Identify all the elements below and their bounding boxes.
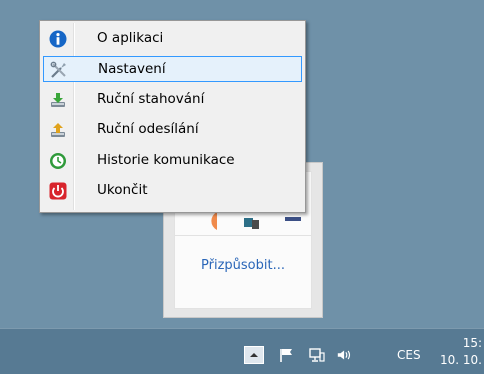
- language-indicator[interactable]: CES: [397, 348, 421, 362]
- menu-item-manual-upload[interactable]: Ruční odesílání: [43, 117, 302, 143]
- menu-item-label: Ukončit: [97, 182, 148, 198]
- network-app-icon[interactable]: [243, 216, 261, 230]
- menu-item-exit[interactable]: Ukončit: [43, 178, 302, 204]
- upload-icon: [51, 123, 65, 137]
- history-icon: [50, 153, 66, 169]
- clock-time: 15:: [462, 336, 482, 350]
- flag-icon[interactable]: [278, 347, 296, 363]
- show-hidden-icons-button[interactable]: [244, 346, 264, 364]
- orange-app-icon[interactable]: [201, 210, 217, 230]
- menu-item-settings[interactable]: Nastavení: [43, 56, 302, 82]
- chevron-up-icon: [250, 353, 258, 357]
- power-icon: [49, 182, 67, 200]
- network-icon[interactable]: [308, 347, 326, 363]
- taskbar: CES 15: 10. 10.: [0, 328, 484, 374]
- menu-item-communication-history[interactable]: Historie komunikace: [43, 148, 302, 174]
- menu-item-label: O aplikaci: [97, 30, 164, 46]
- clock[interactable]: 15: 10. 10.: [440, 335, 482, 369]
- menu-item-label: Ruční stahování: [97, 91, 205, 107]
- flyout-divider: [175, 235, 311, 236]
- menu-item-label: Historie komunikace: [97, 152, 235, 168]
- menu-item-label: Nastavení: [98, 61, 166, 77]
- small-text-app-icon[interactable]: [283, 214, 303, 224]
- download-icon: [51, 93, 65, 107]
- menu-item-manual-download[interactable]: Ruční stahování: [43, 87, 302, 113]
- info-icon: [49, 30, 67, 48]
- menu-item-label: Ruční odesílání: [97, 121, 199, 137]
- clock-date: 10. 10.: [440, 353, 482, 367]
- context-menu: O aplikaci Nastavení Ruční stahování Ruč…: [39, 20, 306, 213]
- tools-icon: [50, 61, 66, 78]
- menu-item-about[interactable]: O aplikaci: [43, 26, 302, 52]
- volume-icon[interactable]: [336, 347, 354, 363]
- customize-link[interactable]: Přizpůsobit...: [175, 258, 311, 273]
